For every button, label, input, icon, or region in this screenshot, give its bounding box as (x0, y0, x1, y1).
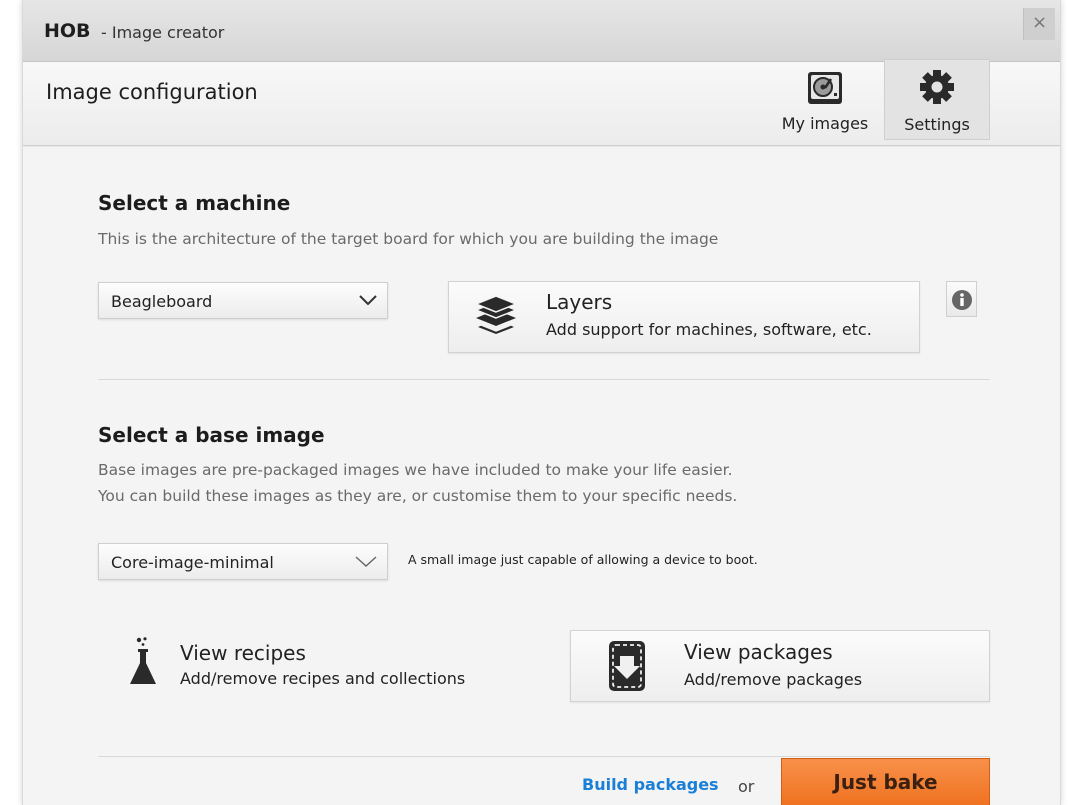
view-packages-button[interactable]: View packages Add/remove packages (570, 630, 990, 702)
machine-select[interactable]: Beagleboard (98, 282, 388, 319)
view-recipes-button[interactable]: View recipes Add/remove recipes and coll… (120, 629, 500, 699)
main-content: Select a machine This is the architectur… (23, 147, 1060, 805)
layers-subtitle: Add support for machines, software, etc. (546, 320, 872, 339)
view-packages-title: View packages (684, 640, 833, 664)
title-bar: HOB - Image creator × (23, 0, 1060, 62)
base-image-description-line2: You can build these images as they are, … (98, 487, 738, 505)
view-packages-subtitle: Add/remove packages (684, 670, 863, 689)
footer-divider (98, 756, 990, 757)
base-image-select-value: Core-image-minimal (111, 553, 274, 572)
gear-icon (917, 67, 957, 111)
base-image-description-line1: Base images are pre-packaged images we h… (98, 461, 733, 479)
chevron-down-icon (358, 292, 378, 308)
machine-description: This is the architecture of the target b… (98, 230, 719, 248)
base-image-select[interactable]: Core-image-minimal (98, 543, 388, 580)
view-recipes-title: View recipes (180, 641, 306, 665)
build-packages-link[interactable]: Build packages (582, 775, 719, 794)
just-bake-label: Just bake (833, 770, 938, 794)
flask-icon (130, 637, 158, 693)
settings-button[interactable]: Settings (884, 59, 990, 140)
machine-heading: Select a machine (98, 191, 291, 215)
hard-drive-icon (804, 66, 846, 112)
app-subtitle: - Image creator (101, 23, 225, 42)
hob-window: HOB - Image creator × Image configuratio… (22, 0, 1061, 805)
or-label: or (738, 777, 755, 796)
base-image-select-description: A small image just capable of allowing a… (408, 552, 758, 567)
just-bake-button[interactable]: Just bake (781, 758, 990, 805)
page-title: Image configuration (46, 80, 258, 104)
page-header: Image configuration My images Settings (23, 59, 1060, 146)
app-name: HOB (44, 20, 91, 42)
machine-select-value: Beagleboard (111, 292, 213, 311)
settings-label: Settings (904, 115, 970, 134)
close-button[interactable]: × (1023, 8, 1055, 40)
my-images-label: My images (781, 114, 869, 133)
layers-button[interactable]: Layers Add support for machines, softwar… (448, 281, 920, 353)
chevron-down-icon (354, 553, 377, 569)
layers-title: Layers (546, 290, 613, 314)
info-icon (952, 290, 972, 314)
my-images-button[interactable]: My images (775, 62, 875, 140)
layers-icon (471, 295, 521, 346)
info-button[interactable] (946, 281, 977, 317)
package-download-icon (608, 640, 646, 698)
close-icon: × (1031, 12, 1048, 33)
view-recipes-subtitle: Add/remove recipes and collections (180, 669, 466, 688)
section-divider (98, 379, 990, 380)
base-image-heading: Select a base image (98, 423, 325, 447)
